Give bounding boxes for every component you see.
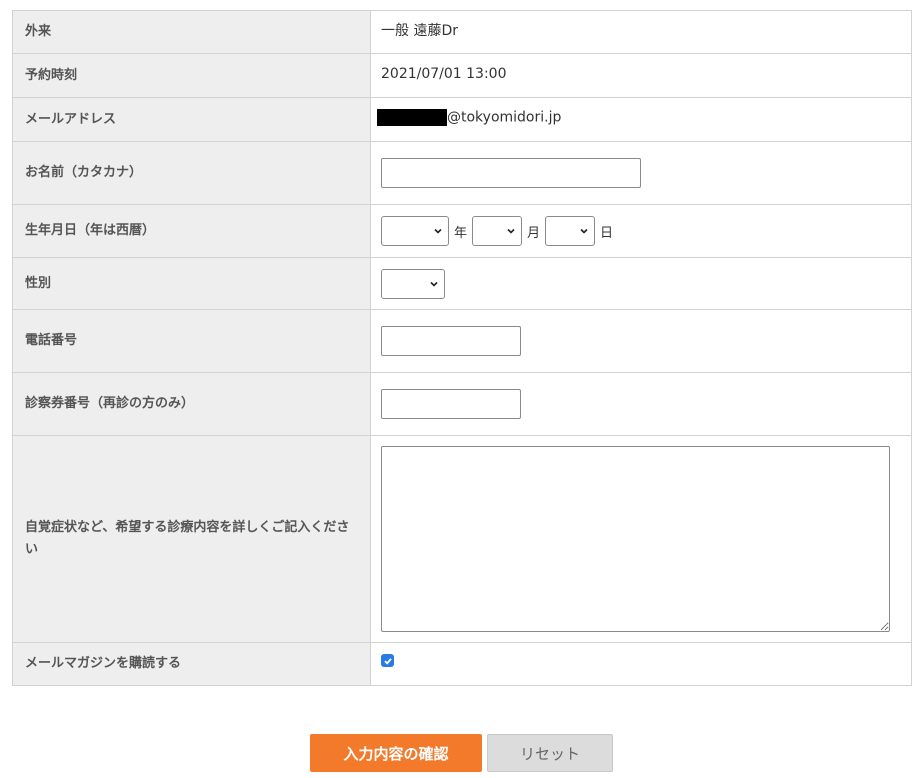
row-gender: 性別: [13, 258, 912, 310]
name-kana-input[interactable]: [381, 158, 641, 188]
row-newsletter: メールマガジンを購読する: [13, 643, 912, 686]
reservation-time-label: 予約時刻: [13, 54, 371, 97]
row-email: メールアドレス @tokyomidori.jp: [13, 98, 912, 142]
phone-label: 電話番号: [13, 310, 371, 372]
phone-input[interactable]: [381, 326, 521, 356]
day-unit: 日: [600, 225, 614, 241]
chevron-down-icon: [507, 228, 515, 234]
newsletter-checkbox[interactable]: [381, 654, 394, 667]
reset-button[interactable]: リセット: [487, 734, 613, 772]
department-label: 外来: [13, 11, 371, 53]
reservation-form-table: 外来 一般 遠藤Dr 予約時刻 2021/07/01 13:00 メールアドレス…: [12, 10, 912, 686]
card-number-input[interactable]: [381, 389, 521, 419]
year-unit: 年: [454, 225, 468, 241]
row-reservation-time: 予約時刻 2021/07/01 13:00: [13, 54, 912, 98]
card-number-label: 診察券番号（再診の方のみ）: [13, 373, 371, 435]
symptoms-textarea[interactable]: [381, 446, 890, 632]
month-unit: 月: [527, 225, 541, 241]
row-birthdate: 生年月日（年は西暦） 年 月 日: [13, 205, 912, 258]
chevron-down-icon: [580, 228, 588, 234]
birth-year-select[interactable]: [381, 216, 449, 246]
department-value: 一般 遠藤Dr: [381, 23, 458, 39]
email-label: メールアドレス: [13, 98, 371, 141]
newsletter-label: メールマガジンを購読する: [13, 643, 371, 685]
checkmark-icon: [383, 657, 392, 665]
form-buttons: 入力内容の確認 リセット: [0, 734, 922, 774]
birth-day-select[interactable]: [545, 216, 596, 246]
chevron-down-icon: [434, 228, 442, 234]
gender-select[interactable]: [381, 268, 445, 299]
chevron-down-icon: [430, 281, 438, 287]
row-name-kana: お名前（カタカナ）: [13, 142, 912, 205]
gender-label: 性別: [13, 258, 371, 309]
name-kana-label: お名前（カタカナ）: [13, 142, 371, 204]
row-department: 外来 一般 遠藤Dr: [13, 11, 912, 54]
confirm-button[interactable]: 入力内容の確認: [310, 734, 482, 772]
redacted-email-mask: [377, 109, 447, 126]
row-card-number: 診察券番号（再診の方のみ）: [13, 373, 912, 436]
birthdate-label: 生年月日（年は西暦）: [13, 205, 371, 257]
row-symptoms: 自覚症状など、希望する診療内容を詳しくご記入ください: [13, 436, 912, 643]
row-phone: 電話番号: [13, 310, 912, 373]
birth-month-select[interactable]: [472, 216, 523, 246]
reservation-time-value: 2021/07/01 13:00: [381, 65, 507, 82]
email-domain: @tokyomidori.jp: [447, 109, 562, 126]
symptoms-label: 自覚症状など、希望する診療内容を詳しくご記入ください: [13, 436, 371, 642]
